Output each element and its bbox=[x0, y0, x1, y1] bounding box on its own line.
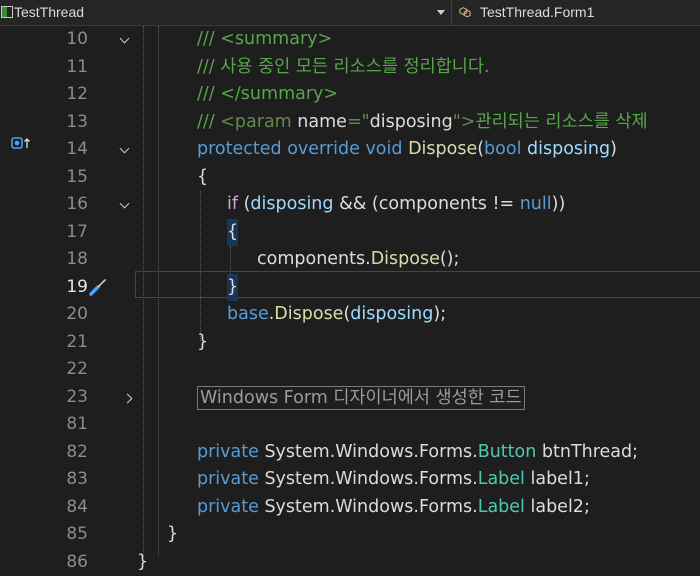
method-signature: protected override void Dispose(bool dis… bbox=[197, 136, 617, 164]
line-number: 19 bbox=[36, 274, 88, 302]
dropdown-arrow-icon[interactable] bbox=[437, 10, 445, 15]
line-number: 20 bbox=[36, 301, 88, 329]
close-brace: } bbox=[137, 549, 148, 576]
base-dispose-call: base.Dispose(disposing); bbox=[227, 301, 446, 329]
line-number: 17 bbox=[36, 219, 88, 247]
code-line: 17 { bbox=[0, 219, 700, 247]
dispose-call: components.Dispose(); bbox=[257, 246, 459, 274]
line-number: 15 bbox=[36, 164, 88, 192]
doc-comment: /// 사용 중인 모든 리소스를 정리합니다. bbox=[197, 54, 490, 82]
line-number: 22 bbox=[36, 356, 88, 384]
line-number: 13 bbox=[36, 109, 88, 137]
fold-chevron-icon[interactable] bbox=[120, 144, 130, 154]
code-line: 22 bbox=[0, 356, 700, 384]
screwdriver-quick-action-icon[interactable] bbox=[88, 277, 108, 297]
doc-comment: /// <summary> bbox=[197, 26, 332, 54]
field-declaration: private System.Windows.Forms.Button btnT… bbox=[197, 439, 638, 467]
fold-chevron-icon[interactable] bbox=[120, 34, 130, 44]
code-editor[interactable]: 10 /// <summary> 11 /// 사용 중인 모든 리소스를 정리… bbox=[0, 26, 700, 556]
project-name: TestThread bbox=[14, 4, 84, 20]
code-line: 81 bbox=[0, 411, 700, 439]
code-line: 23 Windows Form 디자이너에서 생성한 코드 bbox=[0, 384, 700, 412]
code-line: 11 /// 사용 중인 모든 리소스를 정리합니다. bbox=[0, 54, 700, 82]
line-number: 14 bbox=[36, 136, 88, 164]
line-number: 23 bbox=[36, 384, 88, 412]
code-line: 14 protected override void Dispose(bool … bbox=[0, 136, 700, 164]
class-dropdown[interactable]: TestThread.Form1 bbox=[453, 0, 700, 26]
code-line: 12 /// </summary> bbox=[0, 81, 700, 109]
doc-comment: /// </summary> bbox=[197, 81, 338, 109]
line-number: 21 bbox=[36, 329, 88, 357]
code-line: 16 if (disposing && (components != null)… bbox=[0, 191, 700, 219]
line-number: 10 bbox=[36, 26, 88, 54]
code-line: 86 } bbox=[0, 549, 700, 576]
line-number: 85 bbox=[36, 521, 88, 549]
fold-chevron-icon[interactable] bbox=[123, 393, 133, 403]
field-declaration: private System.Windows.Forms.Label label… bbox=[197, 466, 590, 494]
region-label[interactable]: Windows Form 디자이너에서 생성한 코드 bbox=[197, 386, 525, 410]
navigation-bar: TestThread TestThread.Form1 bbox=[0, 0, 700, 26]
code-line: 13 /// <param name="disposing">관리되는 리소스를… bbox=[0, 109, 700, 137]
line-number: 16 bbox=[36, 191, 88, 219]
code-line: 10 /// <summary> bbox=[0, 26, 700, 54]
close-brace: } bbox=[167, 521, 178, 549]
code-line: 18 components.Dispose(); bbox=[0, 246, 700, 274]
project-dropdown[interactable]: TestThread bbox=[0, 0, 452, 26]
csharp-project-icon bbox=[1, 6, 13, 18]
code-line: 85 } bbox=[0, 521, 700, 549]
collapsed-region[interactable]: Windows Form 디자이너에서 생성한 코드 bbox=[197, 385, 525, 413]
line-number: 18 bbox=[36, 246, 88, 274]
line-number: 84 bbox=[36, 494, 88, 522]
code-line-current: 19 } bbox=[0, 274, 700, 302]
code-line: 21 } bbox=[0, 329, 700, 357]
open-brace: { bbox=[197, 164, 208, 192]
close-brace: } bbox=[197, 329, 208, 357]
line-number: 86 bbox=[36, 549, 88, 576]
matched-brace: } bbox=[227, 274, 238, 302]
code-line: 84 private System.Windows.Forms.Label la… bbox=[0, 494, 700, 522]
field-declaration: private System.Windows.Forms.Label label… bbox=[197, 494, 590, 522]
line-number: 12 bbox=[36, 81, 88, 109]
if-statement: if (disposing && (components != null)) bbox=[227, 191, 565, 219]
line-number: 83 bbox=[36, 466, 88, 494]
code-line: 15 { bbox=[0, 164, 700, 192]
code-line: 82 private System.Windows.Forms.Button b… bbox=[0, 439, 700, 467]
line-number: 81 bbox=[36, 411, 88, 439]
matched-brace: { bbox=[227, 219, 238, 247]
doc-comment-param: /// <param name="disposing">관리되는 리소스를 삭제 bbox=[197, 109, 648, 137]
line-number: 82 bbox=[36, 439, 88, 467]
code-line: 20 base.Dispose(disposing); bbox=[0, 301, 700, 329]
class-member-icon bbox=[459, 6, 471, 18]
fold-chevron-icon[interactable] bbox=[120, 199, 130, 209]
class-name: TestThread.Form1 bbox=[480, 4, 594, 20]
code-line: 83 private System.Windows.Forms.Label la… bbox=[0, 466, 700, 494]
line-number: 11 bbox=[36, 54, 88, 82]
